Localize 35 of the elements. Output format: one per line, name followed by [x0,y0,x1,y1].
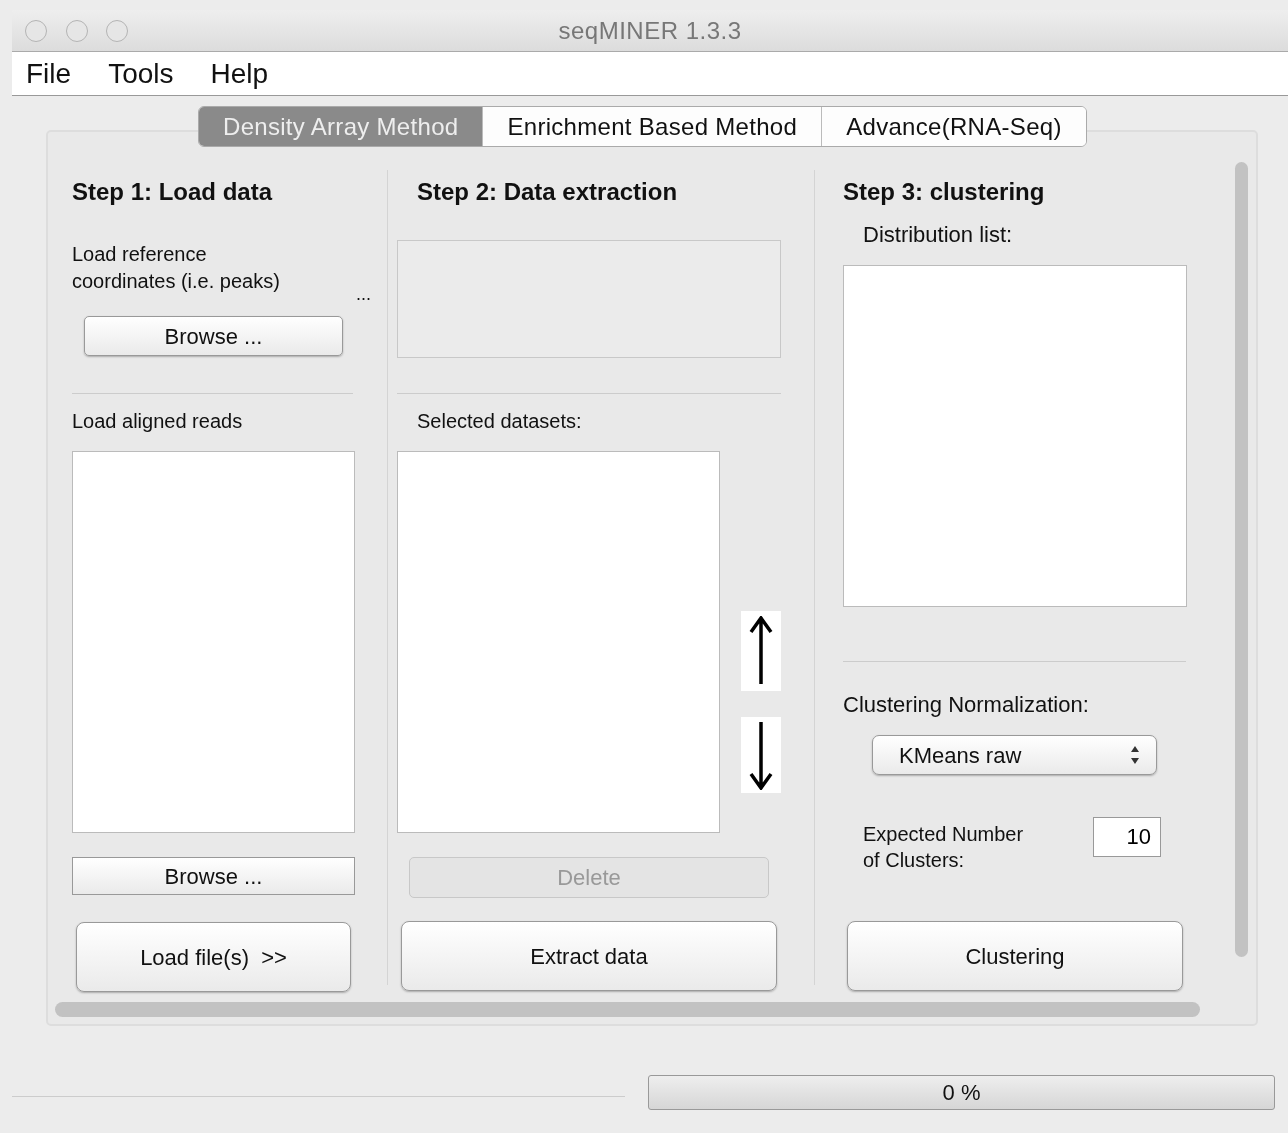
distribution-list[interactable] [843,265,1187,607]
window-title: seqMINER 1.3.3 [558,17,742,44]
reads-label: Load aligned reads [72,409,244,434]
normalization-select[interactable]: KMeans raw [872,735,1157,775]
up-arrow-icon [749,616,773,686]
clusters-label: Expected Number of Clusters: [863,822,1025,873]
minimize-button[interactable] [66,20,88,42]
clustering-button[interactable]: Clustering [847,921,1183,991]
browse-button[interactable]: Browse ... [84,316,343,356]
ellipsis-label: ... [356,285,371,303]
stepper-icon [1130,744,1140,766]
down-arrow-icon [749,720,773,790]
horizontal-scrollbar[interactable] [55,1002,1200,1017]
move-up-button[interactable] [741,611,781,691]
menu-item[interactable]: Help [210,52,269,95]
move-down-button[interactable] [741,717,781,793]
reference-label: Load reference coordinates (i.e. peaks) [72,242,281,294]
normalization-label: Clustering Normalization: [843,691,1090,718]
distribution-label: Distribution list: [863,221,1014,248]
selected-datasets-label: Selected datasets: [417,409,583,434]
menu-item[interactable]: File [26,52,72,95]
datasets-list[interactable] [397,451,720,833]
load-files-button[interactable]: Load file(s) >> [76,922,351,992]
extract-data-button[interactable]: Extract data [401,921,777,991]
close-button[interactable] [25,20,47,42]
browse-button[interactable]: Browse ... [72,857,355,895]
step-title: Step 3: clustering [843,180,1046,204]
reads-list[interactable] [72,451,355,833]
step-title: Step 2: Data extraction [417,180,679,204]
progress-label: 0 % [942,1080,981,1105]
menu-item[interactable]: Tools [108,52,174,95]
zoom-button[interactable] [106,20,128,42]
step-title: Step 1: Load data [72,180,274,204]
vertical-scrollbar[interactable] [1235,162,1248,957]
clusters-input[interactable]: 10 [1093,817,1161,857]
